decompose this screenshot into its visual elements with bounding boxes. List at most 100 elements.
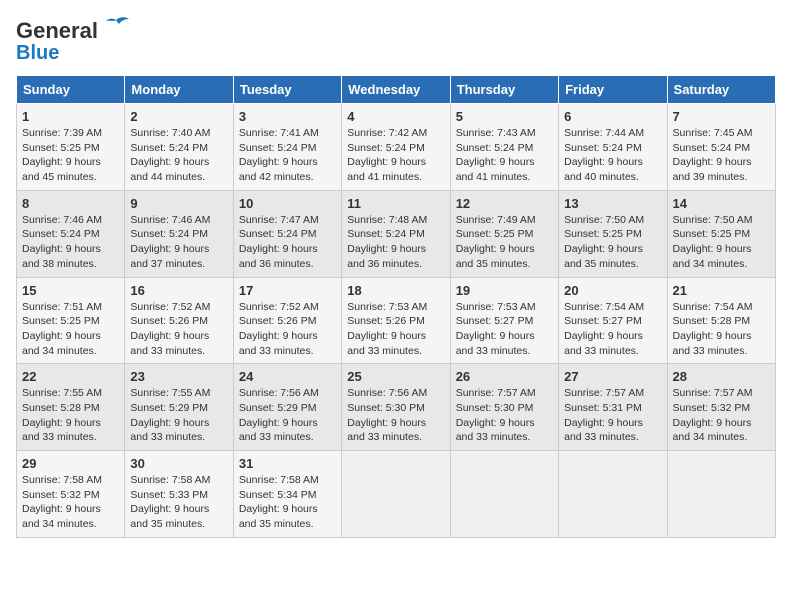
calendar-cell: 25 Sunrise: 7:56 AM Sunset: 5:30 PM Dayl…: [342, 364, 450, 451]
daylight-text: Daylight: 9 hours and 33 minutes.: [239, 417, 318, 444]
day-number: 11: [347, 196, 444, 211]
day-number: 4: [347, 109, 444, 124]
sunset-text: Sunset: 5:30 PM: [456, 402, 534, 414]
calendar-cell: 6 Sunrise: 7:44 AM Sunset: 5:24 PM Dayli…: [559, 104, 667, 191]
daylight-text: Daylight: 9 hours and 33 minutes.: [456, 417, 535, 444]
calendar-cell: 17 Sunrise: 7:52 AM Sunset: 5:26 PM Dayl…: [233, 277, 341, 364]
calendar-cell: 11 Sunrise: 7:48 AM Sunset: 5:24 PM Dayl…: [342, 190, 450, 277]
sunrise-text: Sunrise: 7:53 AM: [456, 301, 536, 313]
sunset-text: Sunset: 5:32 PM: [22, 489, 100, 501]
sunset-text: Sunset: 5:24 PM: [673, 142, 751, 154]
calendar-cell: 8 Sunrise: 7:46 AM Sunset: 5:24 PM Dayli…: [17, 190, 125, 277]
sunset-text: Sunset: 5:29 PM: [130, 402, 208, 414]
day-number: 26: [456, 369, 553, 384]
logo: General Blue: [16, 16, 131, 65]
day-number: 28: [673, 369, 770, 384]
calendar-cell: 13 Sunrise: 7:50 AM Sunset: 5:25 PM Dayl…: [559, 190, 667, 277]
day-number: 3: [239, 109, 336, 124]
sunset-text: Sunset: 5:24 PM: [347, 228, 425, 240]
daylight-text: Daylight: 9 hours and 35 minutes.: [130, 503, 209, 530]
sunrise-text: Sunrise: 7:58 AM: [130, 474, 210, 486]
calendar-table: SundayMondayTuesdayWednesdayThursdayFrid…: [16, 75, 776, 538]
sunset-text: Sunset: 5:25 PM: [673, 228, 751, 240]
sunset-text: Sunset: 5:32 PM: [673, 402, 751, 414]
sunrise-text: Sunrise: 7:40 AM: [130, 127, 210, 139]
sunrise-text: Sunrise: 7:44 AM: [564, 127, 644, 139]
daylight-text: Daylight: 9 hours and 33 minutes.: [239, 330, 318, 357]
calendar-cell: 27 Sunrise: 7:57 AM Sunset: 5:31 PM Dayl…: [559, 364, 667, 451]
daylight-text: Daylight: 9 hours and 40 minutes.: [564, 156, 643, 183]
sunset-text: Sunset: 5:33 PM: [130, 489, 208, 501]
day-number: 7: [673, 109, 770, 124]
sunset-text: Sunset: 5:24 PM: [564, 142, 642, 154]
calendar-cell: 22 Sunrise: 7:55 AM Sunset: 5:28 PM Dayl…: [17, 364, 125, 451]
sunset-text: Sunset: 5:24 PM: [130, 228, 208, 240]
logo-bird-icon: [101, 16, 131, 38]
calendar-week-row: 1 Sunrise: 7:39 AM Sunset: 5:25 PM Dayli…: [17, 104, 776, 191]
sunrise-text: Sunrise: 7:41 AM: [239, 127, 319, 139]
calendar-cell: 30 Sunrise: 7:58 AM Sunset: 5:33 PM Dayl…: [125, 451, 233, 538]
sunset-text: Sunset: 5:26 PM: [130, 315, 208, 327]
sunrise-text: Sunrise: 7:43 AM: [456, 127, 536, 139]
day-number: 1: [22, 109, 119, 124]
sunset-text: Sunset: 5:29 PM: [239, 402, 317, 414]
sunrise-text: Sunrise: 7:46 AM: [130, 214, 210, 226]
sunset-text: Sunset: 5:25 PM: [22, 142, 100, 154]
daylight-text: Daylight: 9 hours and 33 minutes.: [564, 417, 643, 444]
daylight-text: Daylight: 9 hours and 33 minutes.: [673, 330, 752, 357]
day-number: 18: [347, 283, 444, 298]
sunrise-text: Sunrise: 7:56 AM: [239, 387, 319, 399]
day-number: 6: [564, 109, 661, 124]
calendar-cell: 24 Sunrise: 7:56 AM Sunset: 5:29 PM Dayl…: [233, 364, 341, 451]
calendar-cell: 2 Sunrise: 7:40 AM Sunset: 5:24 PM Dayli…: [125, 104, 233, 191]
page-header: General Blue: [16, 16, 776, 65]
sunset-text: Sunset: 5:24 PM: [456, 142, 534, 154]
day-number: 31: [239, 456, 336, 471]
sunset-text: Sunset: 5:26 PM: [347, 315, 425, 327]
daylight-text: Daylight: 9 hours and 45 minutes.: [22, 156, 101, 183]
day-of-week-header: Friday: [559, 76, 667, 104]
daylight-text: Daylight: 9 hours and 33 minutes.: [347, 417, 426, 444]
daylight-text: Daylight: 9 hours and 44 minutes.: [130, 156, 209, 183]
daylight-text: Daylight: 9 hours and 36 minutes.: [239, 243, 318, 270]
calendar-cell: 20 Sunrise: 7:54 AM Sunset: 5:27 PM Dayl…: [559, 277, 667, 364]
calendar-cell: 19 Sunrise: 7:53 AM Sunset: 5:27 PM Dayl…: [450, 277, 558, 364]
sunrise-text: Sunrise: 7:57 AM: [456, 387, 536, 399]
sunset-text: Sunset: 5:24 PM: [22, 228, 100, 240]
daylight-text: Daylight: 9 hours and 33 minutes.: [130, 417, 209, 444]
sunrise-text: Sunrise: 7:54 AM: [673, 301, 753, 313]
sunrise-text: Sunrise: 7:56 AM: [347, 387, 427, 399]
calendar-cell: 28 Sunrise: 7:57 AM Sunset: 5:32 PM Dayl…: [667, 364, 775, 451]
sunrise-text: Sunrise: 7:42 AM: [347, 127, 427, 139]
day-number: 24: [239, 369, 336, 384]
daylight-text: Daylight: 9 hours and 39 minutes.: [673, 156, 752, 183]
calendar-cell: 3 Sunrise: 7:41 AM Sunset: 5:24 PM Dayli…: [233, 104, 341, 191]
calendar-week-row: 8 Sunrise: 7:46 AM Sunset: 5:24 PM Dayli…: [17, 190, 776, 277]
calendar-cell: 21 Sunrise: 7:54 AM Sunset: 5:28 PM Dayl…: [667, 277, 775, 364]
calendar-cell: 23 Sunrise: 7:55 AM Sunset: 5:29 PM Dayl…: [125, 364, 233, 451]
calendar-cell: 14 Sunrise: 7:50 AM Sunset: 5:25 PM Dayl…: [667, 190, 775, 277]
sunrise-text: Sunrise: 7:45 AM: [673, 127, 753, 139]
logo-blue-text: Blue: [16, 42, 131, 65]
sunset-text: Sunset: 5:25 PM: [22, 315, 100, 327]
sunrise-text: Sunrise: 7:52 AM: [130, 301, 210, 313]
sunrise-text: Sunrise: 7:54 AM: [564, 301, 644, 313]
sunrise-text: Sunrise: 7:58 AM: [239, 474, 319, 486]
sunset-text: Sunset: 5:31 PM: [564, 402, 642, 414]
day-of-week-header: Sunday: [17, 76, 125, 104]
day-of-week-header: Tuesday: [233, 76, 341, 104]
day-number: 9: [130, 196, 227, 211]
daylight-text: Daylight: 9 hours and 34 minutes.: [673, 243, 752, 270]
day-number: 5: [456, 109, 553, 124]
calendar-cell: 5 Sunrise: 7:43 AM Sunset: 5:24 PM Dayli…: [450, 104, 558, 191]
day-number: 10: [239, 196, 336, 211]
calendar-cell: [342, 451, 450, 538]
daylight-text: Daylight: 9 hours and 33 minutes.: [347, 330, 426, 357]
sunrise-text: Sunrise: 7:55 AM: [130, 387, 210, 399]
sunset-text: Sunset: 5:28 PM: [673, 315, 751, 327]
day-number: 8: [22, 196, 119, 211]
calendar-cell: 12 Sunrise: 7:49 AM Sunset: 5:25 PM Dayl…: [450, 190, 558, 277]
sunset-text: Sunset: 5:24 PM: [239, 142, 317, 154]
sunrise-text: Sunrise: 7:52 AM: [239, 301, 319, 313]
day-of-week-header: Saturday: [667, 76, 775, 104]
